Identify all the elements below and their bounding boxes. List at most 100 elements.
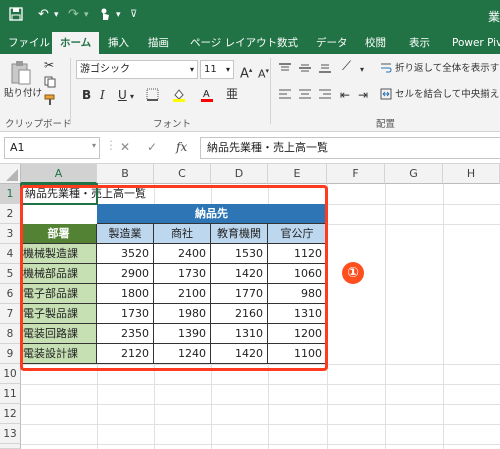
- row-header[interactable]: 7: [0, 304, 21, 324]
- tab-home[interactable]: ホーム: [52, 32, 100, 54]
- ruby-icon[interactable]: 亜: [226, 87, 238, 101]
- row-header[interactable]: 12: [0, 404, 21, 424]
- format-painter-icon[interactable]: [44, 94, 56, 109]
- align-left-icon[interactable]: [278, 88, 292, 103]
- svg-text:A: A: [203, 89, 210, 100]
- formula-input[interactable]: 納品先業種・売上高一覧: [200, 137, 500, 159]
- title-bar: ↶ ▾ ↷ ▾ ▾ ⊽ 業: [0, 0, 500, 32]
- name-box-dropdown-icon[interactable]: ▾: [92, 141, 96, 150]
- font-group-label: フォント: [153, 119, 192, 130]
- name-box[interactable]: A1: [4, 137, 100, 159]
- chevron-down-icon[interactable]: ▾: [360, 63, 364, 77]
- column-header-d[interactable]: D: [211, 164, 268, 184]
- column-header-c[interactable]: C: [154, 164, 211, 184]
- grow-font-icon[interactable]: A▴: [240, 63, 252, 81]
- tab-power-pivot[interactable]: Power Pivot: [452, 32, 500, 54]
- column-header-g[interactable]: G: [385, 164, 443, 184]
- annotation-badge: ①: [342, 262, 364, 284]
- paste-icon[interactable]: [10, 60, 32, 89]
- gridline: [21, 424, 500, 425]
- undo-dropdown-icon[interactable]: ▾: [54, 10, 59, 20]
- orientation-icon[interactable]: ⟋: [342, 60, 351, 74]
- name-box-value: A1: [10, 141, 25, 154]
- tab-file[interactable]: ファイル: [8, 32, 50, 54]
- tab-review[interactable]: 校閲: [365, 32, 386, 54]
- font-name-field[interactable]: 游ゴシック ▾: [76, 60, 198, 79]
- row-header[interactable]: 11: [0, 384, 21, 404]
- merge-center-button[interactable]: セルを結合して中央揃え: [395, 89, 499, 101]
- cut-icon[interactable]: ✂: [44, 58, 54, 72]
- copy-icon[interactable]: [44, 76, 56, 91]
- clipboard-group-label: クリップボード: [5, 119, 72, 130]
- alignment-group-label: 配置: [376, 119, 396, 130]
- ribbon-tabs: ファイル ホーム 挿入 描画 ページ レイアウト 数式 データ 校閲 表示 Po…: [0, 32, 500, 54]
- redo-dropdown-icon: ▾: [84, 10, 89, 20]
- column-header-a[interactable]: A: [21, 164, 97, 184]
- formula-value: 納品先業種・売上高一覧: [207, 141, 328, 154]
- tab-page-layout[interactable]: ページ レイアウト: [190, 32, 277, 54]
- tab-formulas[interactable]: 数式: [277, 32, 298, 54]
- undo-icon[interactable]: ↶: [38, 7, 49, 22]
- align-middle-icon[interactable]: [298, 62, 312, 77]
- underline-dropdown-icon[interactable]: ▾: [130, 90, 134, 104]
- chevron-down-icon: ▾: [189, 65, 194, 74]
- italic-button[interactable]: I: [100, 88, 105, 102]
- row-header[interactable]: 1: [0, 184, 21, 204]
- tab-draw[interactable]: 描画: [148, 32, 169, 54]
- font-size-value: 11: [204, 64, 217, 75]
- row-header[interactable]: 2: [0, 204, 21, 224]
- font-size-field[interactable]: 11 ▾: [200, 60, 234, 79]
- gridline: [21, 444, 500, 445]
- align-top-icon[interactable]: [278, 62, 292, 77]
- row-header[interactable]: 5: [0, 264, 21, 284]
- bold-button[interactable]: B: [82, 88, 91, 102]
- column-header-b[interactable]: B: [97, 164, 154, 184]
- wrap-text-button[interactable]: 折り返して全体を表示する: [395, 63, 500, 75]
- customize-icon[interactable]: ⊽: [130, 9, 137, 20]
- enter-icon[interactable]: ✓: [147, 140, 157, 154]
- insert-function-icon[interactable]: fx: [176, 140, 187, 154]
- cancel-icon[interactable]: ✕: [120, 140, 130, 154]
- column-header-e[interactable]: E: [268, 164, 327, 184]
- tab-data[interactable]: データ: [316, 32, 348, 54]
- tab-insert[interactable]: 挿入: [108, 32, 129, 54]
- fill-color-icon[interactable]: [172, 88, 186, 105]
- row-header[interactable]: 3: [0, 224, 21, 244]
- gridline: [21, 384, 500, 385]
- underline-button[interactable]: U: [118, 88, 127, 102]
- tab-view[interactable]: 表示: [409, 32, 430, 54]
- window-title: 業: [487, 10, 500, 24]
- wrap-text-icon[interactable]: [380, 62, 392, 77]
- redo-icon[interactable]: ↷: [68, 7, 79, 22]
- row-header[interactable]: 6: [0, 284, 21, 304]
- align-right-icon[interactable]: [318, 88, 332, 103]
- increase-indent-icon[interactable]: ⇥: [358, 88, 368, 102]
- font-name-value: 游ゴシック: [80, 64, 130, 75]
- align-center-icon[interactable]: [298, 88, 312, 103]
- shrink-font-icon[interactable]: A▾: [258, 64, 269, 82]
- paste-button-label[interactable]: 貼り付け: [4, 88, 42, 100]
- column-header-f[interactable]: F: [327, 164, 385, 184]
- column-header-h[interactable]: H: [443, 164, 500, 184]
- border-icon[interactable]: [146, 88, 159, 104]
- align-bottom-icon[interactable]: [318, 62, 332, 77]
- font-color-icon[interactable]: A: [200, 88, 214, 105]
- row-header[interactable]: 10: [0, 364, 21, 384]
- chevron-down-icon: ▾: [225, 65, 230, 74]
- decrease-indent-icon[interactable]: ⇤: [340, 88, 350, 102]
- ribbon: 貼り付け ✂ クリップボード 游ゴシック ▾ 11 ▾ A▴ A▾ B I U ▾ …: [0, 54, 500, 132]
- row-header[interactable]: 13: [0, 424, 21, 444]
- merge-center-icon[interactable]: [380, 88, 392, 103]
- highlight-box: [20, 185, 328, 371]
- row-header[interactable]: 9: [0, 344, 21, 364]
- touch-mode-icon[interactable]: [98, 7, 112, 26]
- group-divider: [270, 58, 271, 124]
- select-all-corner[interactable]: [0, 164, 21, 184]
- touch-dropdown-icon[interactable]: ▾: [116, 10, 121, 20]
- row-header[interactable]: 4: [0, 244, 21, 264]
- group-divider: [70, 58, 71, 124]
- save-icon[interactable]: [9, 7, 23, 25]
- excel-window: ↶ ▾ ↷ ▾ ▾ ⊽ 業 ファイル ホーム 挿入 描画 ページ レイアウト 数…: [0, 0, 500, 449]
- row-header[interactable]: 8: [0, 324, 21, 344]
- row-header[interactable]: 14: [0, 444, 21, 449]
